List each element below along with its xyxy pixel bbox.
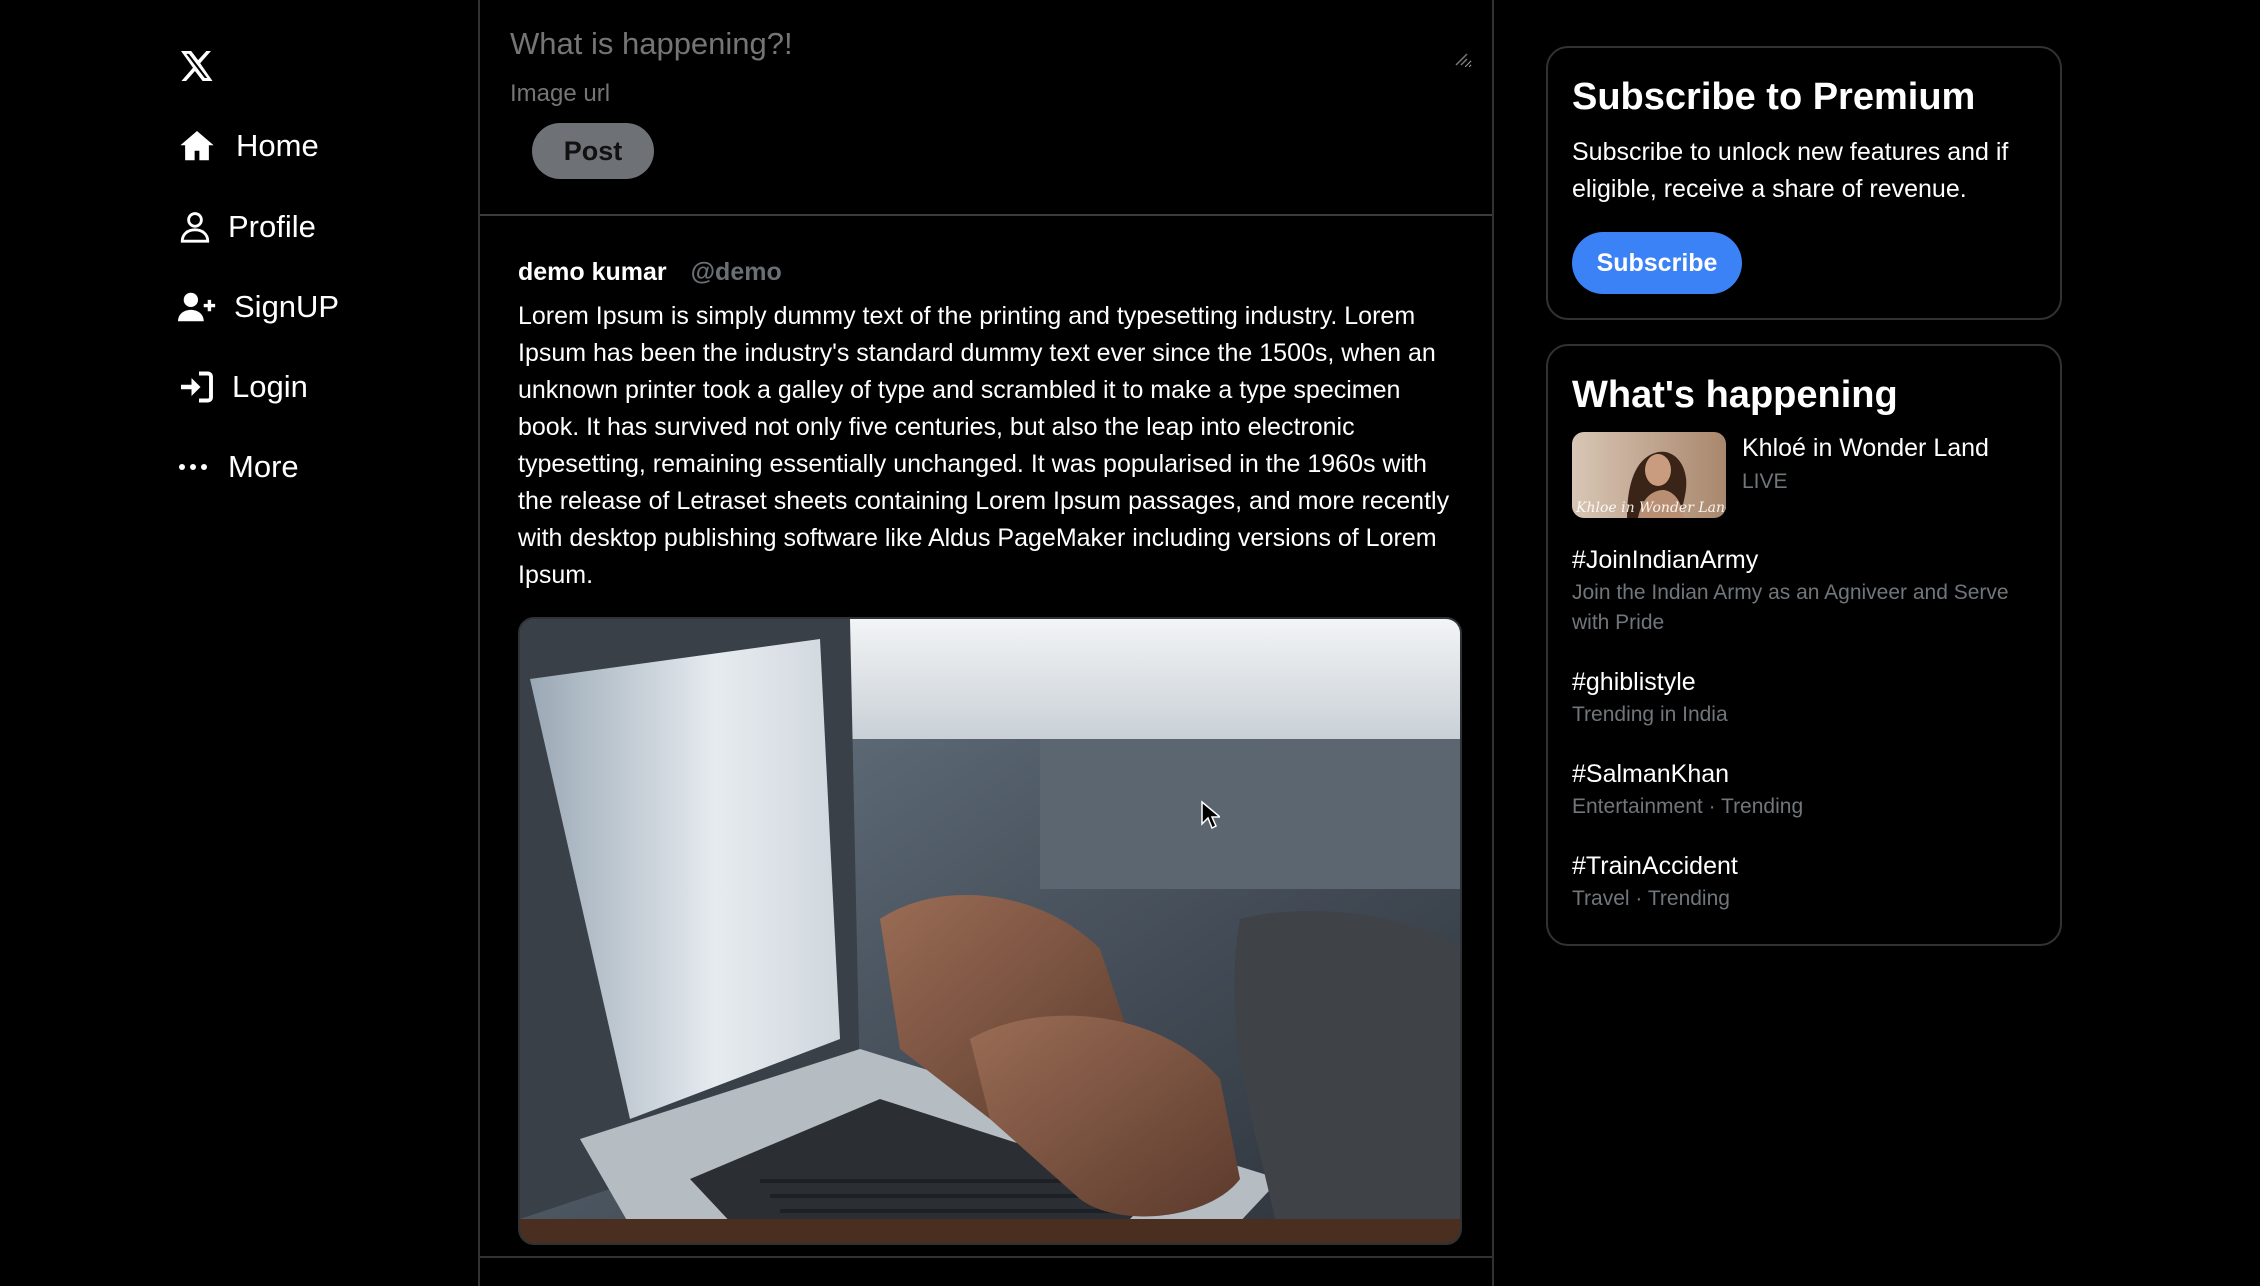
trend-hashtag: #TrainAccident [1572, 852, 1738, 880]
trend-hashtag: #SalmanKhan [1572, 760, 1730, 788]
premium-description: Subscribe to unlock new features and if … [1572, 138, 2009, 203]
nav-more[interactable]: More [178, 439, 299, 495]
trend-item[interactable]: #JoinIndianArmy Join the Indian Army as … [1572, 544, 2042, 638]
user-plus-icon [178, 287, 218, 327]
premium-title: Subscribe to Premium [1572, 76, 1976, 118]
nav-home[interactable]: Home [178, 118, 319, 174]
tweet-author-handle[interactable]: @demo [691, 258, 782, 287]
live-trend-status: LIVE [1742, 470, 1788, 493]
trend-description: Join the Indian Army as an Agniveer and … [1572, 581, 2009, 634]
tweet-card[interactable]: demo kumar @demo Lorem Ipsum is simply d… [480, 216, 1492, 1256]
trend-description: Trending in India [1572, 703, 1728, 726]
subscribe-button[interactable]: Subscribe [1572, 232, 1742, 294]
image-url-input[interactable] [508, 78, 1112, 110]
mouse-cursor-icon [1201, 800, 1220, 830]
nav-more-label: More [228, 449, 299, 484]
left-sidebar: Home Profile SignUP Login More [0, 0, 478, 1286]
app-root: Home Profile SignUP Login More What is h… [0, 0, 2260, 1286]
main-feed: Post demo kumar @demo Lorem Ipsum is sim… [478, 0, 1494, 1286]
live-trend-title: Khloé in Wonder Land [1742, 434, 1989, 462]
nav-signup-label: SignUP [234, 289, 340, 324]
trend-item[interactable]: #TrainAccident Travel · Trending [1572, 850, 2042, 914]
trend-hashtag: #ghiblistyle [1572, 668, 1696, 696]
trend-description: Travel · Trending [1572, 887, 1730, 910]
nav-login[interactable]: Login [178, 359, 308, 415]
nav-home-label: Home [236, 128, 319, 163]
whats-happening-card: What's happening Khloe in Wonder Land Kh… [1546, 344, 2062, 946]
live-trend-item[interactable]: Khloe in Wonder Land Khloé in Wonder Lan… [1572, 432, 2042, 522]
live-thumb-caption: Khloe in Wonder Land [1575, 500, 1726, 516]
resize-grip-icon[interactable] [1454, 52, 1468, 66]
tweet-divider [480, 1256, 1492, 1258]
tweet-image[interactable] [518, 617, 1462, 1245]
post-text-input[interactable] [508, 24, 1472, 68]
trend-description: Entertainment · Trending [1572, 795, 1804, 818]
user-icon [178, 207, 218, 247]
nav-profile-label: Profile [228, 209, 316, 244]
tweet-header: demo kumar @demo [518, 258, 782, 287]
trend-item[interactable]: #ghiblistyle Trending in India [1572, 666, 2042, 730]
tweet-author-name[interactable]: demo kumar [518, 258, 667, 287]
nav-login-label: Login [232, 369, 308, 404]
home-icon [178, 126, 218, 166]
live-thumbnail: Khloe in Wonder Land [1572, 432, 1726, 518]
premium-card: Subscribe to Premium Subscribe to unlock… [1546, 46, 2062, 320]
post-composer: Post [480, 0, 1492, 216]
post-button[interactable]: Post [532, 123, 654, 179]
x-logo-icon[interactable] [178, 48, 214, 84]
whats-happening-title: What's happening [1572, 374, 1898, 416]
more-icon [178, 447, 218, 487]
nav-profile[interactable]: Profile [178, 199, 316, 255]
trend-item[interactable]: #SalmanKhan Entertainment · Trending [1572, 758, 2042, 822]
tweet-text: Lorem Ipsum is simply dummy text of the … [518, 302, 1450, 589]
nav-signup[interactable]: SignUP [178, 279, 339, 335]
trend-hashtag: #JoinIndianArmy [1572, 546, 1759, 574]
login-icon [178, 367, 218, 407]
